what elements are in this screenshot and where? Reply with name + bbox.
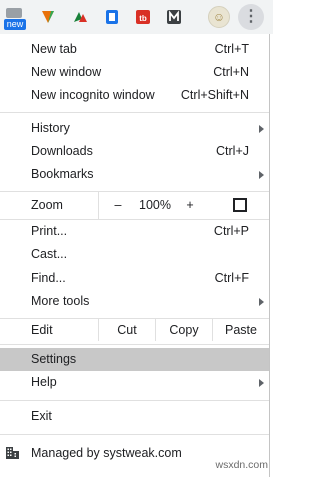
menu-separator	[0, 112, 269, 113]
zoom-label: Zoom	[31, 198, 63, 212]
submenu-arrow-icon	[259, 379, 264, 387]
menu-item-new-tab[interactable]: New tab Ctrl+T	[0, 38, 269, 61]
zoom-controls: – 100% +	[98, 192, 269, 219]
translate-extension-icon[interactable]	[104, 9, 120, 25]
menu-separator	[0, 344, 269, 345]
menu-item-print[interactable]: Print... Ctrl+P	[0, 220, 269, 243]
watermark-text: wsxdn.com	[215, 459, 268, 471]
menu-item-label: New incognito window	[31, 88, 155, 102]
menu-item-new-window[interactable]: New window Ctrl+N	[0, 61, 269, 84]
menu-item-help[interactable]: Help	[0, 371, 269, 394]
menu-item-shortcut: Ctrl+Shift+N	[180, 88, 249, 102]
menu-item-label: Find...	[31, 271, 66, 285]
submenu-arrow-icon	[259, 171, 264, 179]
menu-item-label: Settings	[31, 352, 77, 366]
zoom-level: 100%	[139, 198, 171, 212]
menu-item-label: Print...	[31, 224, 68, 238]
menu-item-shortcut: Ctrl+N	[213, 65, 249, 79]
menu-item-find[interactable]: Find... Ctrl+F	[0, 267, 269, 290]
paste-button[interactable]: Paste	[212, 319, 269, 341]
fullscreen-icon[interactable]	[233, 198, 247, 212]
m-extension-icon[interactable]	[166, 9, 182, 25]
menu-item-settings[interactable]: Settings	[0, 348, 269, 371]
submenu-arrow-icon	[259, 125, 264, 133]
menu-item-shortcut: Ctrl+J	[216, 144, 249, 158]
edit-label: Edit	[31, 323, 53, 337]
menu-item-history[interactable]: History	[0, 117, 269, 140]
zoom-out-button[interactable]: –	[108, 192, 128, 219]
copy-button[interactable]: Copy	[155, 319, 212, 341]
menu-item-label: New window	[31, 65, 102, 79]
menu-separator	[0, 434, 269, 435]
menu-item-label: Downloads	[31, 144, 93, 158]
menu-item-new-incognito[interactable]: New incognito window Ctrl+Shift+N	[0, 84, 269, 107]
menu-item-cast[interactable]: Cast...	[0, 243, 269, 266]
cut-button[interactable]: Cut	[98, 319, 155, 341]
managed-by-label: Managed by systweak.com	[31, 446, 182, 460]
menu-item-label: Exit	[31, 409, 52, 423]
zoom-in-button[interactable]: +	[180, 192, 200, 219]
menu-item-exit[interactable]: Exit	[0, 405, 269, 428]
menu-item-label: New tab	[31, 42, 77, 56]
profile-avatar-icon[interactable]: ☺	[208, 6, 230, 28]
menu-item-label: More tools	[31, 294, 90, 308]
menu-item-shortcut: Ctrl+T	[214, 42, 249, 56]
new-badge: new	[4, 19, 26, 30]
more-vert-icon[interactable]: ⋮	[238, 4, 264, 30]
menu-item-label: Help	[31, 375, 57, 389]
zoom-row: Zoom – 100% +	[0, 192, 269, 219]
tb-extension-icon[interactable]: tb	[135, 9, 151, 25]
svg-text:tb: tb	[139, 14, 147, 23]
menu-item-label: Bookmarks	[31, 167, 94, 181]
menu-item-more-tools[interactable]: More tools	[0, 290, 269, 313]
edit-row: Edit Cut Copy Paste	[0, 319, 269, 341]
browser-toolbar: new tb ☺ ⋮	[0, 0, 273, 34]
chrome-main-menu: New tab Ctrl+T New window Ctrl+N New inc…	[0, 34, 270, 477]
menu-separator	[0, 400, 269, 401]
menu-item-label: Cast...	[31, 247, 68, 261]
new-extension-bar	[6, 8, 22, 18]
new-extension-icon[interactable]: new	[4, 6, 26, 32]
menu-item-shortcut: Ctrl+F	[214, 271, 249, 285]
grammar-extension-icon[interactable]	[40, 9, 56, 25]
menu-item-label: History	[31, 121, 70, 135]
submenu-arrow-icon	[259, 298, 264, 306]
menu-item-downloads[interactable]: Downloads Ctrl+J	[0, 140, 269, 163]
av-extension-icon[interactable]	[72, 9, 88, 25]
building-icon	[6, 447, 19, 459]
menu-item-bookmarks[interactable]: Bookmarks	[0, 163, 269, 186]
menu-item-shortcut: Ctrl+P	[213, 224, 249, 238]
